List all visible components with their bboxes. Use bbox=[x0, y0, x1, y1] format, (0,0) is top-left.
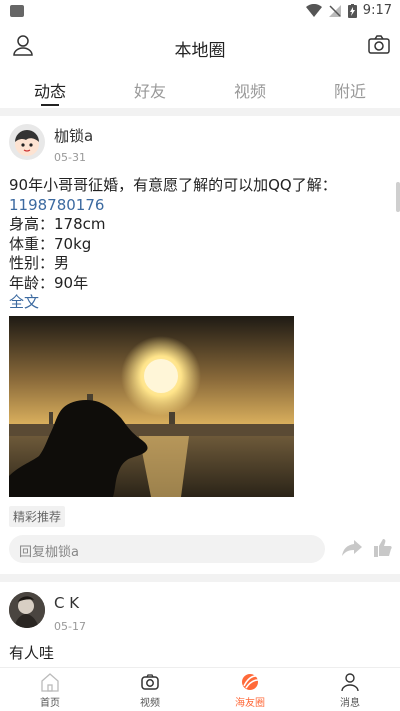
avatar-cartoon-icon bbox=[9, 124, 45, 160]
divider bbox=[0, 574, 400, 582]
post-photo[interactable] bbox=[9, 316, 294, 497]
post-card: 枷锁a 05-31 90年小哥哥征婚，有意愿了解的可以加QQ了解： 119878… bbox=[0, 116, 400, 576]
post-author[interactable]: 枷锁a bbox=[54, 125, 93, 146]
post-date: 05-31 bbox=[54, 151, 86, 164]
post-text: 90年小哥哥征婚，有意愿了解的可以加QQ了解： 1198780176 身高：17… bbox=[9, 176, 379, 313]
nav-label: 海友圈 bbox=[235, 698, 265, 709]
post-text: 有人哇 bbox=[9, 644, 379, 664]
post-line: 90年小哥哥征婚，有意愿了解的可以加QQ了解： bbox=[9, 176, 337, 194]
video-camera-icon bbox=[141, 674, 159, 690]
avatar-photo-icon bbox=[9, 592, 45, 628]
home-icon bbox=[41, 673, 59, 692]
post-line: 年龄：90年 bbox=[9, 273, 89, 292]
avatar[interactable] bbox=[9, 124, 45, 160]
share-icon[interactable] bbox=[342, 539, 362, 557]
feed-tabs: 动态 好友 视频 附近 bbox=[0, 68, 400, 108]
post-card: C K 05-17 有人哇 bbox=[0, 582, 400, 667]
image-notification-icon bbox=[10, 5, 24, 17]
post-line: 性别：男 bbox=[9, 254, 70, 272]
tab-videos[interactable]: 视频 bbox=[200, 68, 300, 108]
scrollbar[interactable] bbox=[396, 182, 400, 212]
nav-home[interactable]: 首页 bbox=[0, 668, 100, 711]
camera-icon[interactable] bbox=[368, 35, 390, 55]
bottom-nav: 首页 视频 海友圈 消息 bbox=[0, 667, 400, 711]
like-icon[interactable] bbox=[374, 539, 392, 557]
sunset-silhouette-image bbox=[9, 316, 294, 497]
status-icons: 9:17 bbox=[305, 3, 392, 18]
divider bbox=[0, 108, 400, 116]
battery-icon bbox=[347, 3, 357, 18]
page-title: 本地圈 bbox=[174, 41, 226, 61]
reply-input[interactable]: 回复枷锁a bbox=[9, 535, 325, 563]
status-bar: 9:17 bbox=[0, 0, 400, 24]
wifi-icon bbox=[305, 3, 322, 17]
clock: 9:17 bbox=[362, 3, 392, 18]
nav-messages[interactable]: 消息 bbox=[300, 668, 400, 711]
signal-icon bbox=[328, 4, 341, 17]
nav-video[interactable]: 视频 bbox=[100, 668, 200, 711]
nav-label: 首页 bbox=[40, 698, 60, 709]
tab-nearby[interactable]: 附近 bbox=[300, 68, 400, 108]
tab-friends[interactable]: 好友 bbox=[100, 68, 200, 108]
nav-label: 视频 bbox=[140, 698, 160, 709]
post-line: 有人哇 bbox=[9, 644, 55, 662]
person-icon bbox=[341, 673, 359, 692]
post-line: 身高：178cm bbox=[9, 215, 106, 233]
featured-tag[interactable]: 精彩推荐 bbox=[9, 506, 66, 527]
post-author[interactable]: C K bbox=[54, 594, 79, 612]
nav-circle[interactable]: 海友圈 bbox=[200, 668, 300, 711]
nav-label: 消息 bbox=[340, 698, 360, 709]
tab-dynamic[interactable]: 动态 bbox=[0, 68, 100, 108]
circle-feed-icon bbox=[242, 674, 259, 690]
read-more-link[interactable]: 全文 bbox=[9, 293, 379, 313]
top-bar: 本地圈 bbox=[0, 24, 400, 68]
qq-number-link[interactable]: 1198780176 bbox=[9, 196, 379, 216]
post-actions bbox=[342, 539, 392, 557]
avatar[interactable] bbox=[9, 592, 45, 628]
post-line: 体重：70kg bbox=[9, 234, 92, 253]
post-date: 05-17 bbox=[54, 620, 86, 633]
